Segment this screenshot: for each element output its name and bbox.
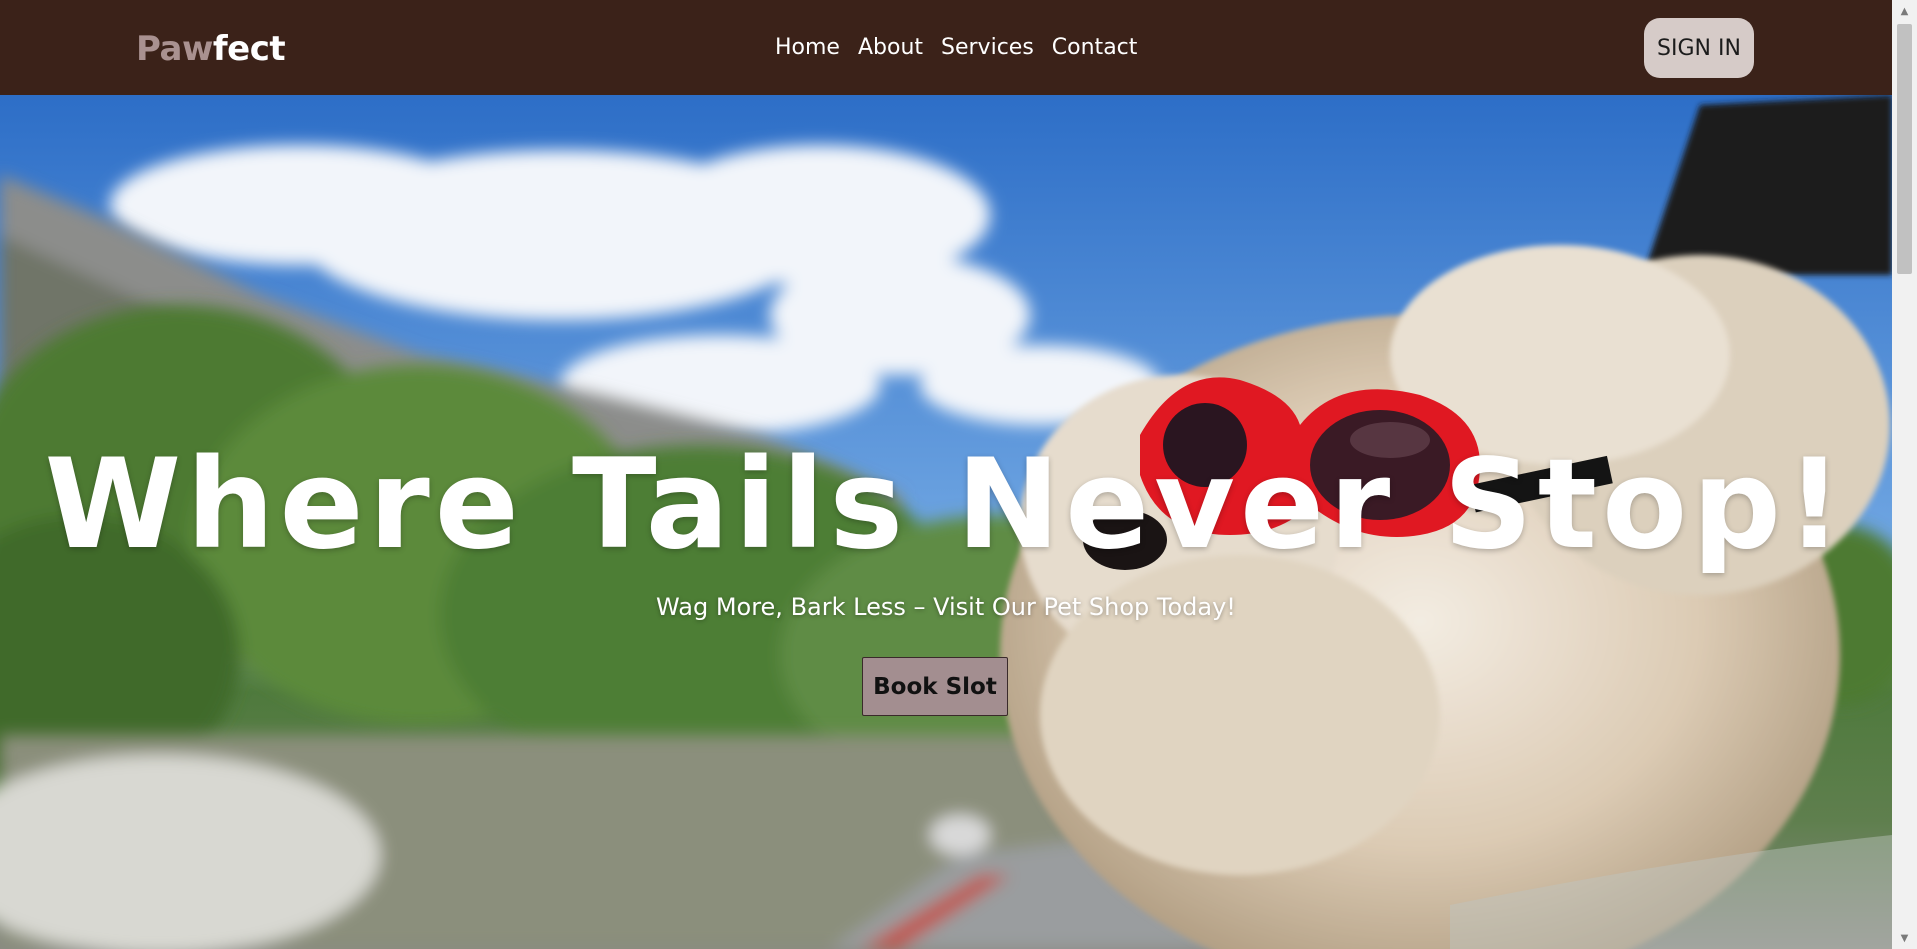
scrollbar-thumb[interactable] [1897,24,1912,274]
nav-link-contact[interactable]: Contact [1052,30,1138,66]
nav-link-services[interactable]: Services [941,30,1034,66]
logo-part-paw: Paw [136,29,213,69]
hero-subtitle: Wag More, Bark Less – Visit Our Pet Shop… [656,593,1236,621]
sign-in-button[interactable]: SIGN IN [1644,18,1754,78]
chevron-down-icon[interactable]: ▼ [1892,927,1917,949]
nav-link-about[interactable]: About [858,30,923,66]
logo[interactable]: Pawfect [136,27,286,71]
hero-section: Where Tails Never Stop! Wag More, Bark L… [0,95,1892,949]
logo-part-fect: fect [212,29,286,69]
nav-links: Home About Services Contact [775,30,1137,66]
nav-link-home[interactable]: Home [775,30,840,66]
navbar: Pawfect Home About Services Contact SIGN… [0,0,1892,95]
chevron-up-icon[interactable]: ▲ [1892,0,1917,22]
vertical-scrollbar[interactable]: ▲ ▼ [1892,0,1917,949]
book-slot-button[interactable]: Book Slot [862,657,1008,716]
page: Where Tails Never Stop! Wag More, Bark L… [0,0,1892,949]
hero-title: Where Tails Never Stop! [44,433,1848,577]
